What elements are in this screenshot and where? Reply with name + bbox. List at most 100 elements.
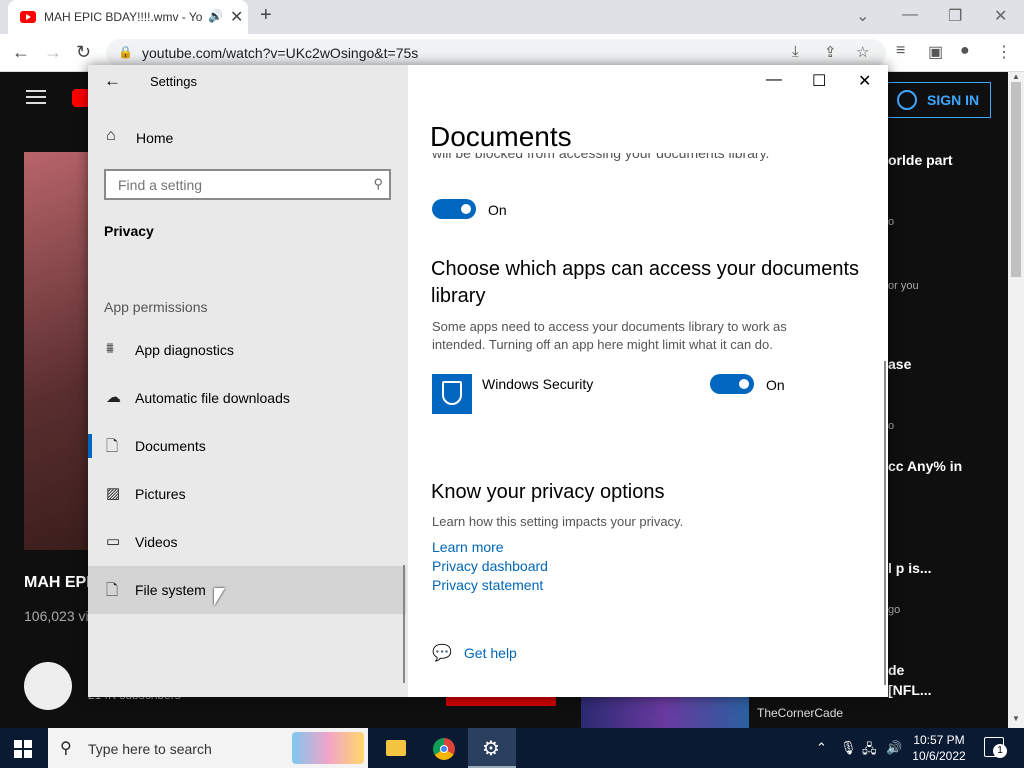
system-clock[interactable]: 10:57 PM 10/6/2022 (908, 732, 970, 764)
browser-tab[interactable]: MAH EPIC BDAY!!!!.wmv - Yo 🔊 ✕ (8, 0, 248, 34)
close-button[interactable]: ✕ (858, 71, 871, 91)
cloud-icon: ☁ (106, 389, 121, 406)
related-thumbnail[interactable] (581, 696, 749, 728)
lock-icon: 🔒 (118, 45, 133, 59)
sidebar-scrollbar[interactable] (403, 565, 405, 683)
privacy-heading: Know your privacy options (431, 481, 665, 503)
mouse-cursor-icon (214, 588, 225, 606)
related-title[interactable]: l p is... (888, 560, 932, 576)
forward-icon[interactable]: → (44, 42, 62, 63)
nav-documents[interactable]: 🗋 Documents (88, 422, 406, 470)
page-scrollbar[interactable]: ▲ ▼ (1008, 72, 1024, 728)
nav-label: Documents (135, 438, 206, 454)
network-icon[interactable]: 🖧 (862, 740, 877, 762)
home-icon: ⌂ (106, 127, 116, 144)
bookmark-star-icon[interactable]: ☆ (856, 43, 869, 61)
restore-browser-button[interactable]: ❐ (948, 6, 962, 26)
related-title[interactable]: [NFL... (888, 682, 932, 698)
privacy-dashboard-link[interactable]: Privacy dashboard (432, 558, 548, 574)
url-text: youtube.com/watch?v=UKc2wOsingo&t=75s (142, 45, 419, 61)
side-panel-icon[interactable]: ▣ (928, 42, 943, 62)
install-icon[interactable]: ⤓ (792, 43, 799, 60)
apps-heading: Choose which apps can access your docume… (431, 258, 860, 307)
scroll-up-icon[interactable]: ▲ (1012, 72, 1020, 81)
close-tab-icon[interactable]: ✕ (230, 7, 243, 27)
subscribe-button[interactable] (446, 696, 556, 706)
nav-videos[interactable]: ▭ Videos (88, 518, 406, 566)
related-channel: TheCornerCade (757, 706, 844, 720)
profile-icon[interactable]: ● (960, 42, 970, 60)
toggle-state-label: On (766, 377, 785, 393)
scrollbar-thumb[interactable] (1011, 82, 1021, 277)
taskbar: ⚲ Type here to search ⚙ ⌃ 🎙 🖧 🔊 10:57 PM… (0, 728, 1024, 768)
address-bar[interactable]: 🔒 youtube.com/watch?v=UKc2wOsingo&t=75s … (106, 39, 886, 67)
documents-access-toggle[interactable] (432, 199, 476, 219)
nav-label: Pictures (135, 486, 186, 502)
find-setting-search[interactable]: ⚲ (104, 169, 391, 200)
tab-search-icon[interactable]: ⌄ (856, 6, 869, 26)
reload-icon[interactable]: ↻ (76, 42, 91, 63)
minimize-browser-button[interactable]: — (902, 6, 918, 24)
taskbar-search[interactable]: ⚲ Type here to search (48, 728, 368, 768)
clock-time: 10:57 PM (913, 733, 965, 747)
maximize-button[interactable]: ☐ (812, 71, 826, 91)
scrolled-text-content: will be blocked from accessing your docu… (432, 153, 770, 161)
related-meta: o (888, 216, 895, 228)
video-title: MAH EPI (24, 574, 91, 591)
search-input[interactable] (116, 176, 356, 194)
volume-icon[interactable]: 🔊 (886, 740, 902, 756)
youtube-favicon-icon (20, 11, 36, 23)
get-help-link[interactable]: 💬 Get help (432, 643, 517, 663)
clock-date: 10/6/2022 (912, 749, 966, 763)
nav-file-system[interactable]: 🗋 File system (88, 566, 406, 614)
privacy-statement-link[interactable]: Privacy statement (432, 577, 543, 593)
nav-app-diagnostics[interactable]: ⩩ App diagnostics (88, 326, 406, 374)
related-meta: o (888, 420, 895, 432)
chrome-icon[interactable] (420, 728, 468, 768)
microphone-icon[interactable]: 🎙 (840, 740, 857, 756)
channel-avatar[interactable] (24, 662, 72, 710)
back-arrow-icon[interactable]: ← (104, 71, 121, 91)
settings-content: — ☐ ✕ Documents will be blocked from acc… (408, 65, 888, 697)
related-title[interactable]: ase (888, 356, 911, 372)
settings-gear-icon[interactable]: ⚙ (468, 728, 516, 768)
windows-security-toggle[interactable] (710, 374, 754, 394)
related-title[interactable]: orlde part (888, 152, 953, 168)
nav-pictures[interactable]: ▨ Pictures (88, 470, 406, 518)
new-tab-button[interactable]: + (260, 4, 272, 27)
learn-more-link[interactable]: Learn more (432, 539, 504, 555)
notification-center-icon[interactable]: 1 (984, 737, 1007, 758)
reading-list-icon[interactable]: ≡ (896, 42, 905, 60)
search-icon: ⚲ (373, 176, 383, 191)
apps-description: Some apps need to access your documents … (432, 319, 787, 352)
menu-kebab-icon[interactable]: ⋮ (996, 42, 1012, 62)
close-browser-button[interactable]: ✕ (994, 6, 1007, 26)
speaker-icon[interactable]: 🔊 (208, 9, 223, 23)
settings-sidebar: ← Settings ⌂ Home ⚲ Privacy App permissi… (88, 65, 408, 697)
windows-start-icon[interactable] (14, 740, 32, 758)
minimize-button[interactable]: — (766, 71, 782, 89)
nav-label: App diagnostics (135, 342, 234, 358)
show-hidden-icons-icon[interactable]: ⌃ (816, 740, 827, 756)
file-icon: 🗋 (106, 582, 119, 599)
hamburger-menu-icon[interactable] (26, 90, 46, 104)
settings-window: ← Settings ⌂ Home ⚲ Privacy App permissi… (88, 65, 888, 697)
related-title[interactable]: de (888, 662, 904, 678)
scroll-down-icon[interactable]: ▼ (1012, 714, 1020, 723)
notification-badge: 1 (993, 744, 1007, 758)
file-explorer-icon[interactable] (372, 728, 420, 768)
sign-in-button[interactable]: SIGN IN (886, 82, 991, 118)
nav-label: Videos (135, 534, 178, 550)
sign-in-label: SIGN IN (927, 92, 980, 108)
related-title[interactable]: cc Any% in (888, 458, 962, 474)
group-caption: App permissions (104, 299, 208, 315)
share-icon[interactable]: ⇪ (824, 43, 837, 61)
content-scrollbar[interactable] (884, 361, 886, 685)
nav-label: File system (135, 582, 206, 598)
back-icon[interactable]: ← (12, 42, 30, 63)
scrolled-text: will be blocked from accessing your docu… (432, 153, 769, 163)
nav-automatic-file-downloads[interactable]: ☁ Automatic file downloads (88, 374, 406, 422)
nav-home[interactable]: ⌂ Home (104, 125, 404, 151)
video-player[interactable] (24, 152, 90, 550)
diagnostics-icon: ⩩ (106, 340, 115, 357)
